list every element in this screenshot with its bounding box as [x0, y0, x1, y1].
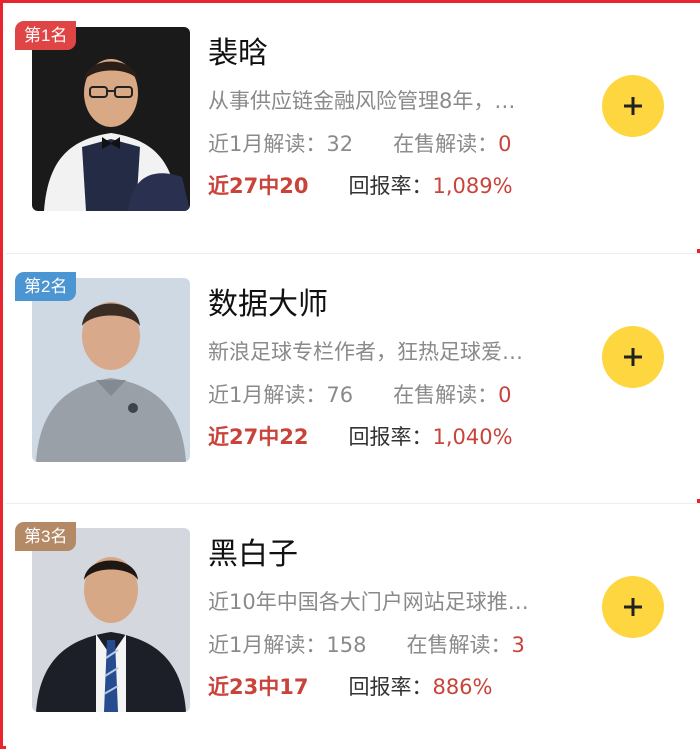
month-reads-value: 76	[326, 383, 354, 407]
plus-icon	[624, 598, 642, 616]
expert-avatar[interactable]	[32, 528, 190, 712]
hit-streak: 近27中20	[208, 174, 309, 198]
plus-icon	[624, 348, 642, 366]
plus-icon	[624, 97, 642, 115]
rank-badge: 第1名	[15, 21, 77, 50]
month-reads-label: 近1月解读：	[208, 633, 327, 657]
follow-button[interactable]	[602, 75, 664, 137]
expert-stats: 近1月解读：158 在售解读：3	[208, 631, 525, 659]
on-sale-value: 3	[511, 633, 525, 657]
expert-card-3[interactable]: 第3名 黑白子 近10年中国各大门户网站足球推… 近1月解读：158 在售解读：3…	[6, 503, 700, 749]
return-rate-value: 886%	[432, 675, 493, 699]
return-rate-label: 回报率：	[348, 675, 433, 699]
on-sale-value: 0	[498, 132, 512, 156]
expert-stats: 近1月解读：32 在售解读：0	[208, 130, 511, 158]
expert-description: 近10年中国各大门户网站足球推…	[208, 590, 529, 614]
on-sale-label: 在售解读：	[393, 383, 499, 407]
expert-card-1[interactable]: 第1名 裴晗 从事供应链金融风险管理8年，… 近1月解读：32 在售解读：0 近2…	[6, 3, 700, 249]
rank-badge: 第2名	[15, 272, 77, 301]
expert-ranking-list: 第1名 裴晗 从事供应链金融风险管理8年，… 近1月解读：32 在售解读：0 近2…	[0, 0, 700, 749]
return-rate-value: 1,040%	[432, 425, 513, 449]
month-reads-value: 158	[326, 633, 367, 657]
on-sale-label: 在售解读：	[393, 132, 499, 156]
follow-button[interactable]	[602, 576, 664, 638]
return-rate-value: 1,089%	[432, 174, 513, 198]
return-rate-label: 回报率：	[348, 174, 433, 198]
expert-name[interactable]: 数据大师	[208, 286, 328, 324]
rank-badge: 第3名	[15, 522, 77, 551]
month-reads-value: 32	[326, 132, 354, 156]
expert-description: 新浪足球专栏作者，狂热足球爱…	[208, 340, 523, 364]
on-sale-label: 在售解读：	[406, 633, 512, 657]
hit-streak: 近23中17	[208, 675, 309, 699]
expert-performance: 近27中20 回报率：1,089%	[208, 172, 513, 200]
expert-stats: 近1月解读：76 在售解读：0	[208, 381, 511, 409]
expert-description: 从事供应链金融风险管理8年，…	[208, 89, 516, 113]
expert-performance: 近27中22 回报率：1,040%	[208, 423, 513, 451]
month-reads-label: 近1月解读：	[208, 383, 327, 407]
on-sale-value: 0	[498, 383, 512, 407]
return-rate-label: 回报率：	[348, 425, 433, 449]
follow-button[interactable]	[602, 326, 664, 388]
expert-card-2[interactable]: 第2名 数据大师 新浪足球专栏作者，狂热足球爱… 近1月解读：76 在售解读：0 …	[6, 253, 700, 499]
expert-avatar[interactable]	[32, 278, 190, 462]
expert-name[interactable]: 黑白子	[208, 536, 298, 574]
hit-streak: 近27中22	[208, 425, 309, 449]
expert-avatar[interactable]	[32, 27, 190, 211]
month-reads-label: 近1月解读：	[208, 132, 327, 156]
expert-name[interactable]: 裴晗	[208, 35, 268, 73]
expert-performance: 近23中17 回报率：886%	[208, 673, 493, 701]
